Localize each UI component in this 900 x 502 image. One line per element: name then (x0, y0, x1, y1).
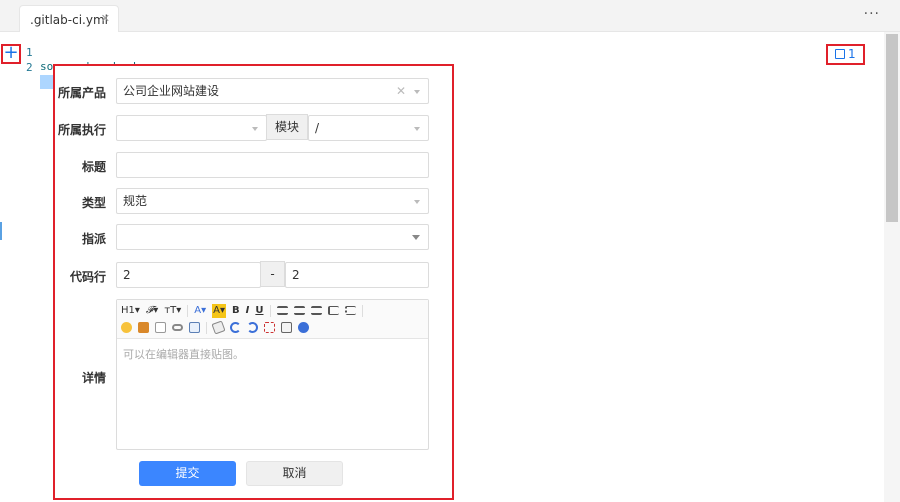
help-icon[interactable] (298, 322, 309, 333)
redo-icon[interactable] (247, 322, 258, 333)
background-color-button[interactable]: A▾ (212, 303, 227, 318)
tab-title: .gitlab-ci.yml (30, 13, 108, 27)
heading-button[interactable]: H1▾ (121, 304, 140, 318)
comment-icon (835, 49, 845, 59)
line-number: 1 (26, 46, 33, 59)
code-line-separator: - (260, 261, 285, 287)
link-icon[interactable] (172, 324, 183, 331)
toolbar-divider (206, 321, 207, 334)
align-right-icon[interactable] (310, 306, 322, 315)
gutter-marker (0, 222, 2, 240)
editor-toolbar: H1▾ 𝓕▾ тT▾ A▾ A▾ B I U (117, 300, 428, 339)
clear-icon[interactable]: ✕ (396, 79, 406, 103)
title-label: 标题 (81, 160, 106, 174)
chevron-down-icon (414, 127, 420, 131)
bold-button[interactable]: B (232, 304, 240, 318)
add-comment-button[interactable]: + (1, 44, 21, 64)
type-value: 规范 (123, 194, 148, 208)
more-icon[interactable]: ··· (864, 6, 880, 22)
source-code-icon[interactable] (281, 322, 292, 333)
editor-placeholder: 可以在编辑器直接贴图。 (123, 348, 244, 361)
type-select[interactable]: 规范 (116, 188, 429, 214)
line-number: 2 (26, 61, 33, 74)
undo-icon[interactable] (230, 322, 241, 333)
font-size-button[interactable]: тT▾ (164, 304, 181, 318)
ordered-list-icon[interactable] (327, 306, 339, 315)
fullscreen-icon[interactable] (264, 322, 275, 333)
tab-gitlab-ci[interactable]: .gitlab-ci.yml ✕ (19, 5, 119, 32)
unordered-list-icon[interactable] (344, 306, 356, 315)
module-value: / (315, 121, 320, 135)
toolbar-divider (187, 304, 189, 317)
code-line-end: 2 (292, 268, 300, 282)
code-line-start: 2 (123, 268, 131, 282)
font-family-button[interactable]: 𝓕▾ (146, 304, 158, 318)
underline-button[interactable]: U (255, 304, 263, 318)
toolbar-divider (269, 304, 271, 317)
editor-content[interactable]: 可以在编辑器直接贴图。 (117, 339, 428, 369)
font-color-button[interactable]: A▾ (194, 304, 206, 318)
assign-label: 指派 (81, 232, 106, 246)
close-icon[interactable]: ✕ (101, 12, 110, 25)
submit-button[interactable]: 提交 (139, 461, 236, 486)
code-line-start-input[interactable]: 2 (116, 262, 261, 288)
eraser-icon[interactable] (211, 320, 226, 335)
table-icon[interactable] (189, 322, 200, 333)
chevron-down-icon (414, 90, 420, 94)
module-select[interactable]: / (308, 115, 429, 141)
media-icon[interactable] (155, 322, 166, 333)
product-value: 公司企业网站建设 (123, 84, 220, 98)
comment-count-badge[interactable]: 1 (826, 44, 865, 65)
product-select[interactable]: 公司企业网站建设 ✕ (116, 78, 429, 104)
scrollbar-thumb[interactable] (886, 34, 898, 222)
code-line-end-input[interactable]: 2 (285, 262, 429, 288)
chevron-down-icon (412, 235, 420, 240)
comment-count: 1 (848, 47, 856, 61)
align-left-icon[interactable] (276, 306, 288, 315)
code-line-label: 代码行 (69, 270, 106, 284)
execution-select[interactable] (116, 115, 267, 141)
rich-text-editor: H1▾ 𝓕▾ тT▾ A▾ A▾ B I U 可以在编辑器直接贴图。 (116, 299, 429, 450)
type-label: 类型 (81, 196, 106, 210)
align-center-icon[interactable] (293, 306, 305, 315)
emoji-icon[interactable] (121, 322, 132, 333)
italic-button[interactable]: I (246, 304, 250, 318)
tab-bar: .gitlab-ci.yml ✕ ··· (0, 0, 900, 32)
issue-form-panel: 所属产品 公司企业网站建设 ✕ 所属执行 模块 / 标题 类型 规范 指派 代码… (53, 64, 454, 500)
title-input[interactable] (116, 152, 429, 178)
detail-label: 详情 (81, 371, 106, 385)
toolbar-divider (361, 304, 363, 317)
cancel-button[interactable]: 取消 (246, 461, 343, 486)
chevron-down-icon (252, 127, 258, 131)
image-icon[interactable] (138, 322, 149, 333)
execution-label: 所属执行 (57, 123, 106, 137)
assign-select[interactable] (116, 224, 429, 250)
chevron-down-icon (414, 200, 420, 204)
module-addon: 模块 (266, 114, 308, 140)
product-label: 所属产品 (57, 86, 106, 100)
